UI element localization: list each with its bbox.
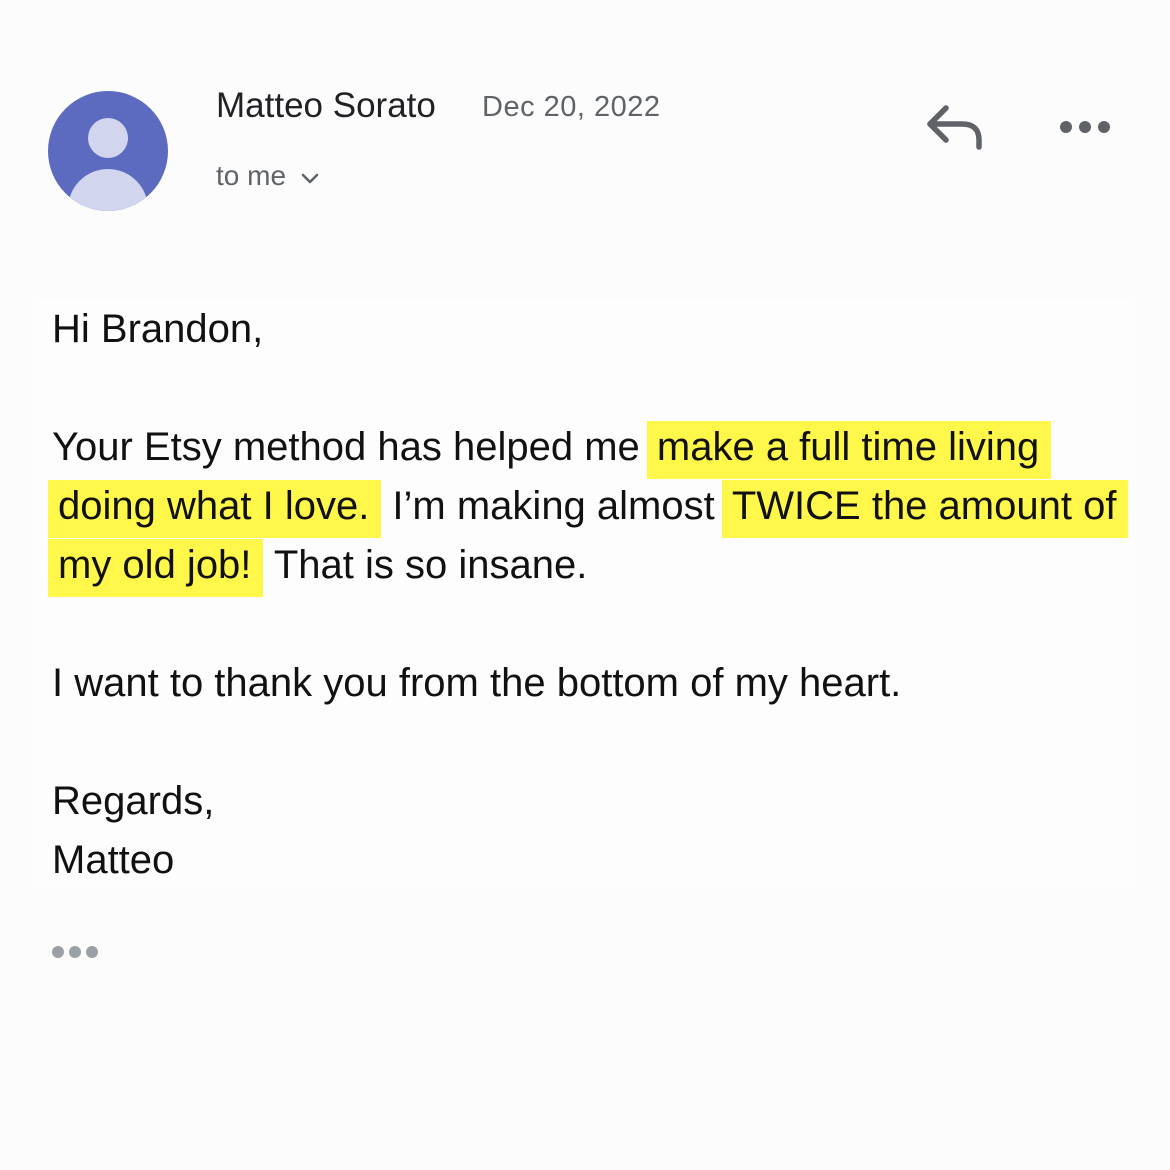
greeting: Hi Brandon, bbox=[52, 307, 264, 351]
para1-text-3: That is so insane. bbox=[263, 543, 588, 587]
avatar-head-shape bbox=[88, 118, 128, 158]
reply-icon bbox=[927, 105, 982, 150]
more-horizontal-icon bbox=[1060, 121, 1110, 133]
body-paragraph-2: I want to thank you from the bottom of m… bbox=[52, 661, 902, 705]
reply-button[interactable] bbox=[922, 100, 986, 154]
chevron-down-icon bbox=[301, 173, 319, 184]
sender-avatar[interactable] bbox=[48, 91, 168, 211]
avatar-body-shape bbox=[68, 169, 148, 211]
email-date: Dec 20, 2022 bbox=[482, 91, 661, 123]
body-paragraph-1: Your Etsy method has helped me make a fu… bbox=[48, 418, 1134, 597]
more-options-button[interactable] bbox=[1052, 110, 1118, 144]
para1-text-1: Your Etsy method has helped me bbox=[52, 425, 651, 469]
ellipsis-dot-icon bbox=[52, 946, 64, 958]
ellipsis-dot-icon bbox=[69, 946, 81, 958]
message-body: Hi Brandon, Your Etsy method has helped … bbox=[34, 300, 1134, 890]
ellipsis-dot-icon bbox=[86, 946, 98, 958]
signature: Matteo bbox=[52, 838, 175, 882]
show-trimmed-content-button[interactable] bbox=[52, 942, 104, 962]
recipient-label: to me bbox=[216, 160, 287, 191]
closing: Regards, bbox=[52, 779, 215, 823]
para1-text-2: I’m making almost bbox=[381, 484, 726, 528]
recipient-details-toggle[interactable]: to me bbox=[216, 160, 320, 192]
signoff: Regards, Matteo bbox=[52, 772, 1134, 890]
sender-name[interactable]: Matteo Sorato bbox=[216, 86, 436, 126]
